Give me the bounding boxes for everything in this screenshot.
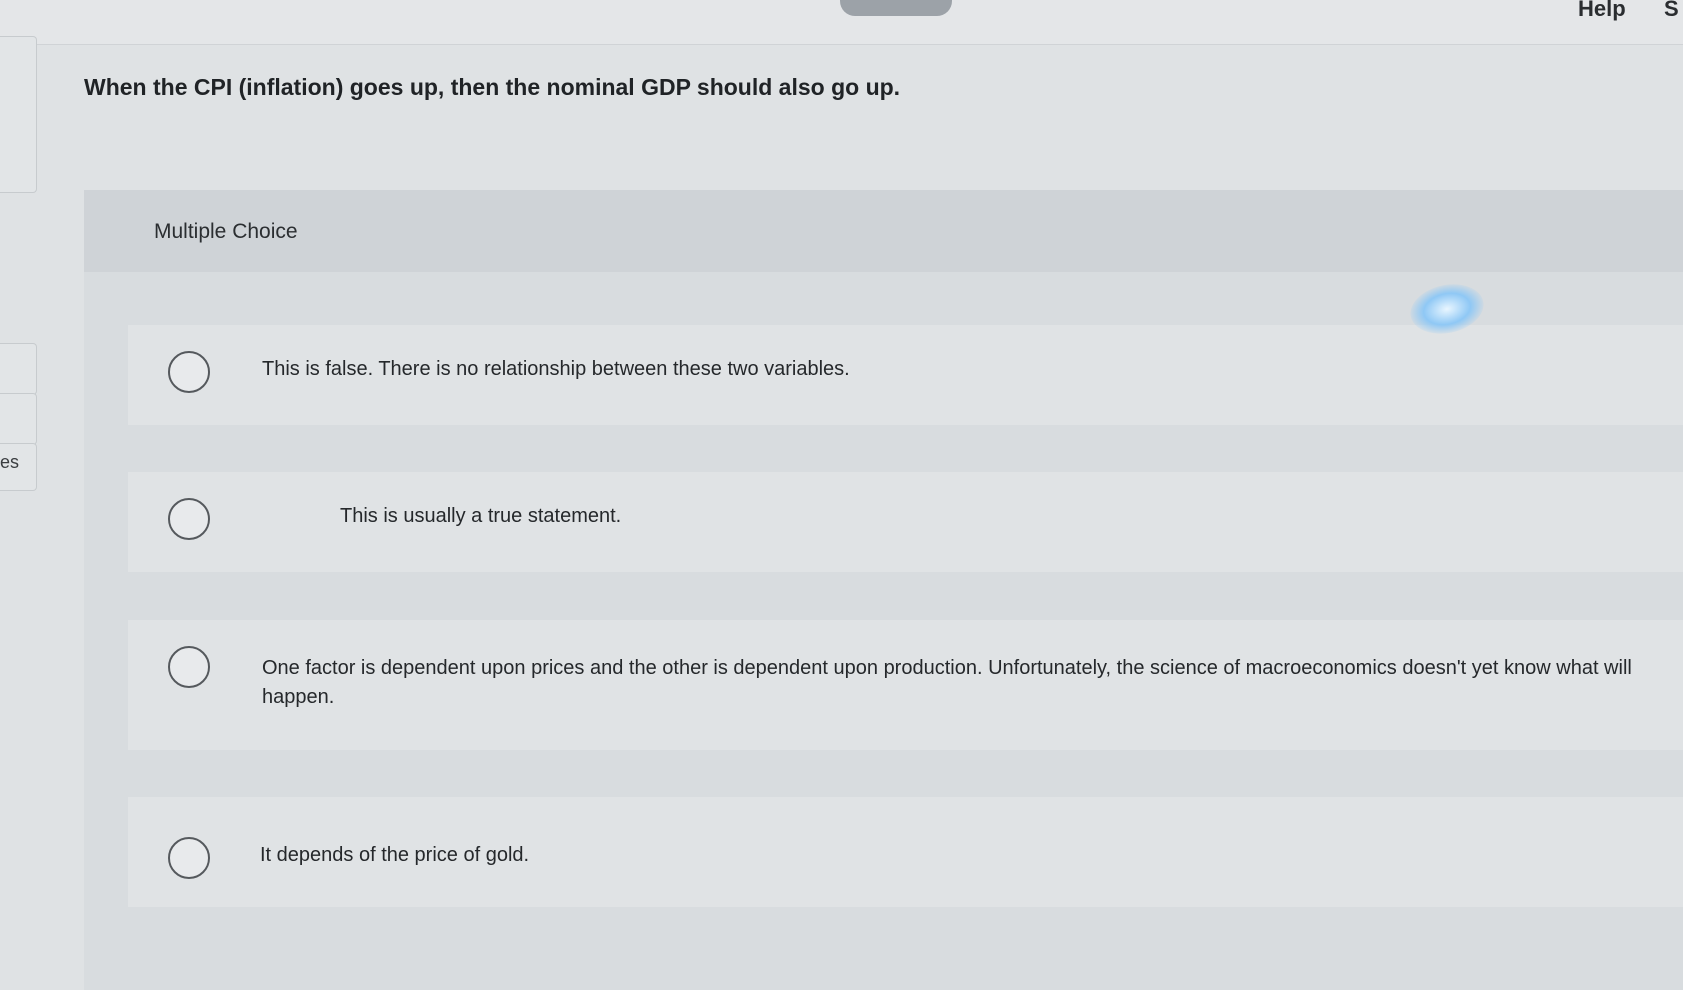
choice-text: This is false. There is no relationship … xyxy=(262,358,850,380)
radio-button-icon[interactable] xyxy=(168,351,210,393)
choice-text: One factor is dependent upon prices and … xyxy=(262,657,1632,708)
choice-option-2[interactable]: This is usually a true statement. xyxy=(128,472,1683,572)
question-prompt: When the CPI (inflation) goes up, then t… xyxy=(84,74,901,100)
choice-option-4[interactable]: It depends of the price of gold. xyxy=(128,797,1683,907)
choice-option-3[interactable]: One factor is dependent upon prices and … xyxy=(128,620,1683,750)
choice-option-1[interactable]: This is false. There is no relationship … xyxy=(128,325,1683,425)
top-pill-button[interactable] xyxy=(840,0,952,16)
sidebar-partial-label: es xyxy=(0,452,20,472)
choice-text: This is usually a true statement. xyxy=(340,505,622,527)
multiple-choice-header: Multiple Choice xyxy=(84,190,1683,272)
radio-button-icon[interactable] xyxy=(168,646,210,688)
radio-button-icon[interactable] xyxy=(168,498,210,540)
sidebar-tab-2[interactable] xyxy=(0,343,37,395)
top-bar: Help S xyxy=(0,0,1683,45)
help-link[interactable]: Help xyxy=(1578,0,1626,22)
choice-text: It depends of the price of gold. xyxy=(260,844,530,866)
multiple-choice-heading: Multiple Choice xyxy=(154,220,298,243)
top-extra-link[interactable]: S xyxy=(1664,0,1679,22)
sidebar-tab-top[interactable] xyxy=(0,36,37,193)
sidebar-tab-3[interactable] xyxy=(0,393,37,445)
radio-button-icon[interactable] xyxy=(168,837,210,879)
